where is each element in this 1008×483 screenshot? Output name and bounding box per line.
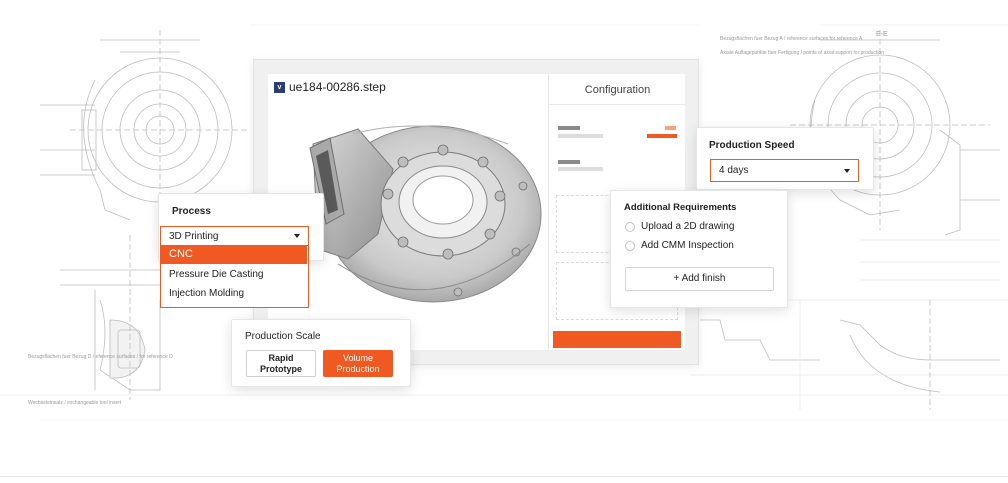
additional-requirements-title: Additional Requirements — [624, 202, 737, 213]
production-scale-title: Production Scale — [245, 331, 321, 342]
scale-option-volume-production[interactable]: Volume Production — [323, 350, 393, 377]
process-option-cnc[interactable]: CNC — [161, 245, 307, 264]
configuration-title: Configuration — [584, 84, 651, 96]
divider — [0, 476, 1008, 477]
drawing-note-left: Bezugsflächen fuer Bezug D / eference su… — [28, 354, 173, 360]
drawing-note-right-1: Bezugsflächen fuer Bezug A / reference s… — [720, 36, 863, 42]
config-placeholder-label — [558, 160, 580, 164]
process-dropdown-menu: CNC Pressure Die Casting Injection Moldi… — [160, 245, 309, 308]
process-option-injection-molding[interactable]: Injection Molding — [161, 284, 307, 303]
production-speed-select[interactable]: 4 days — [710, 159, 859, 182]
configuration-submit-button[interactable] — [553, 331, 681, 348]
file-tag: v ue184-00286.step — [274, 80, 386, 94]
process-option-pressure-die-casting[interactable]: Pressure Die Casting — [161, 265, 307, 284]
production-speed-title: Production Speed — [709, 140, 795, 151]
drawing-note-right-2: Axiale Auflagepunkte fuer Fertigung / po… — [720, 50, 884, 56]
radio-label: Add CMM Inspection — [641, 240, 734, 251]
config-placeholder-value — [558, 134, 603, 138]
step-file-icon: v — [274, 81, 285, 93]
hero-illustration: Bezugsflächen fuer Bezug D / eference su… — [0, 0, 1008, 483]
config-placeholder-value — [558, 167, 603, 171]
process-title: Process — [172, 206, 211, 217]
drawing-note-left-2: Wechseleinsatz / exchangeable tool inser… — [28, 400, 122, 406]
radio-cmm-inspection[interactable] — [625, 241, 635, 251]
file-name: ue184-00286.step — [289, 80, 386, 94]
chevron-down-icon — [844, 168, 850, 173]
radio-upload-drawing[interactable] — [625, 222, 635, 232]
drawing-section-label: E-E — [876, 31, 888, 38]
process-select[interactable]: 3D Printing — [160, 226, 309, 246]
radio-label: Upload a 2D drawing — [641, 221, 735, 232]
process-selected-value: 3D Printing — [169, 230, 219, 242]
chevron-down-icon — [294, 234, 300, 238]
config-placeholder-accent — [665, 126, 676, 130]
scale-option-rapid-prototype[interactable]: Rapid Prototype — [246, 350, 316, 377]
config-placeholder-accent — [647, 134, 677, 138]
add-finish-button[interactable]: + Add finish — [625, 267, 774, 291]
divider — [549, 104, 686, 105]
config-placeholder-label — [558, 126, 580, 130]
production-speed-value: 4 days — [719, 165, 749, 176]
